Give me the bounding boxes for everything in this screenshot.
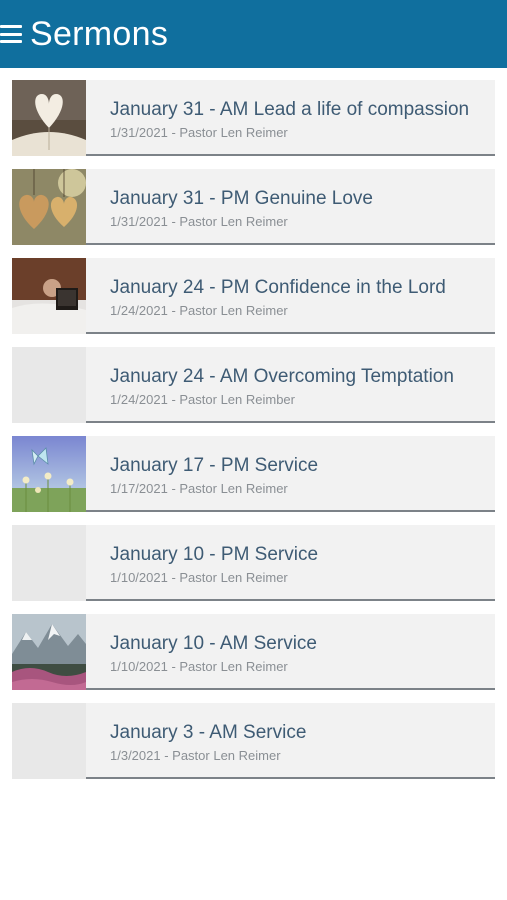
sermon-subtitle: 1/10/2021 - Pastor Len Reimer [110, 570, 288, 585]
sermon-item[interactable]: January 31 - PM Genuine Love 1/31/2021 -… [12, 169, 495, 245]
sermon-subtitle: 1/10/2021 - Pastor Len Reimer [110, 659, 288, 674]
sermon-meta: January 17 - PM Service 1/17/2021 - Past… [86, 436, 495, 512]
sermon-subtitle: 1/31/2021 - Pastor Len Reimer [110, 214, 288, 229]
sermon-item[interactable]: January 17 - PM Service 1/17/2021 - Past… [12, 436, 495, 512]
sermon-thumbnail [12, 614, 86, 690]
sermon-item[interactable]: January 24 - PM Confidence in the Lord 1… [12, 258, 495, 334]
page-title: Sermons [30, 14, 169, 53]
sermon-meta: January 10 - PM Service 1/10/2021 - Past… [86, 525, 495, 601]
hamburger-menu-icon[interactable] [0, 25, 22, 43]
sermon-title: January 3 - AM Service [110, 722, 307, 743]
sermon-subtitle: 1/24/2021 - Pastor Len Reimer [110, 303, 288, 318]
sermon-item[interactable]: January 24 - AM Overcoming Temptation 1/… [12, 347, 495, 423]
sermon-meta: January 31 - AM Lead a life of compassio… [86, 80, 495, 156]
sermon-meta: January 10 - AM Service 1/10/2021 - Past… [86, 614, 495, 690]
sermon-title: January 24 - AM Overcoming Temptation [110, 366, 454, 387]
sermon-thumbnail-placeholder [12, 703, 86, 779]
sermon-title: January 31 - AM Lead a life of compassio… [110, 99, 470, 120]
app-bar: Sermons [0, 0, 507, 68]
sermon-item[interactable]: January 10 - PM Service 1/10/2021 - Past… [12, 525, 495, 601]
sermon-meta: January 24 - PM Confidence in the Lord 1… [86, 258, 495, 334]
sermon-subtitle: 1/17/2021 - Pastor Len Reimer [110, 481, 288, 496]
sermon-item[interactable]: January 31 - AM Lead a life of compassio… [12, 80, 495, 156]
sermon-subtitle: 1/31/2021 - Pastor Len Reimer [110, 125, 288, 140]
sermon-meta: January 3 - AM Service 1/3/2021 - Pastor… [86, 703, 495, 779]
sermon-title: January 24 - PM Confidence in the Lord [110, 277, 446, 298]
sermon-meta: January 24 - AM Overcoming Temptation 1/… [86, 347, 495, 423]
sermon-thumbnail [12, 169, 86, 245]
sermon-subtitle: 1/3/2021 - Pastor Len Reimer [110, 748, 281, 763]
sermon-subtitle: 1/24/2021 - Pastor Len Reimber [110, 392, 295, 407]
sermon-title: January 10 - AM Service [110, 633, 317, 654]
sermon-thumbnail [12, 436, 86, 512]
sermon-thumbnail [12, 258, 86, 334]
sermon-title: January 31 - PM Genuine Love [110, 188, 373, 209]
sermon-thumbnail-placeholder [12, 347, 86, 423]
sermon-thumbnail [12, 80, 86, 156]
sermon-title: January 10 - PM Service [110, 544, 319, 565]
sermon-item[interactable]: January 3 - AM Service 1/3/2021 - Pastor… [12, 703, 495, 779]
sermon-list: January 31 - AM Lead a life of compassio… [0, 68, 507, 779]
sermon-title: January 17 - PM Service [110, 455, 319, 476]
sermon-item[interactable]: January 10 - AM Service 1/10/2021 - Past… [12, 614, 495, 690]
sermon-thumbnail-placeholder [12, 525, 86, 601]
sermon-meta: January 31 - PM Genuine Love 1/31/2021 -… [86, 169, 495, 245]
